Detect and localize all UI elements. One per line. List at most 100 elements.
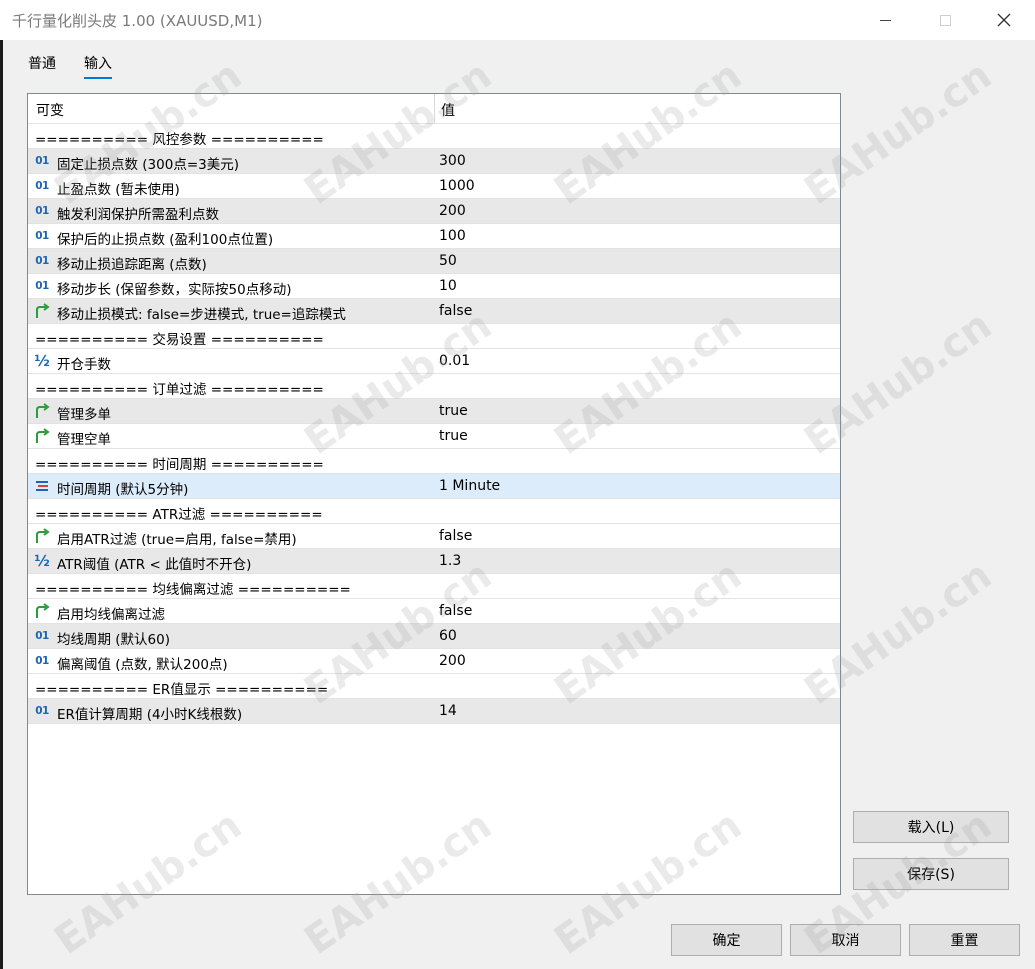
- integer-type-icon: 01: [35, 180, 49, 192]
- parameter-row[interactable]: 启用均线偏离过滤 false: [28, 599, 840, 624]
- boolean-type-icon: [33, 302, 51, 320]
- enum-type-icon: [33, 477, 51, 495]
- boolean-type-icon: [33, 602, 51, 620]
- parameter-row[interactable]: 管理空单 true: [28, 424, 840, 449]
- parameter-row[interactable]: 移动止损模式: false=步进模式, true=追踪模式 false: [28, 299, 840, 324]
- parameter-row[interactable]: 01 保护后的止损点数 (盈利100点位置) 100: [28, 224, 840, 249]
- parameter-name: 止盈点数 (暂未使用): [57, 182, 180, 198]
- close-icon: [997, 13, 1011, 27]
- parameter-row[interactable]: 01 均线周期 (默认60) 60: [28, 624, 840, 649]
- section-row[interactable]: ========== ATR过滤 ==========: [28, 499, 840, 524]
- section-row[interactable]: ========== 时间周期 ==========: [28, 449, 840, 474]
- integer-type-icon: 01: [35, 230, 49, 242]
- integer-type-icon: 01: [35, 630, 49, 642]
- boolean-type-icon: [33, 402, 51, 420]
- properties-dialog: 普通 输入 可变 值 ========== 风控参数 ========== 01 固…: [3, 40, 1035, 969]
- tab-common[interactable]: 普通: [28, 53, 56, 79]
- parameter-value[interactable]: 100: [439, 228, 466, 244]
- parameter-value[interactable]: 1 Minute: [439, 478, 500, 494]
- parameter-value[interactable]: false: [439, 303, 472, 319]
- minimize-button[interactable]: [862, 0, 908, 40]
- boolean-type-icon: [33, 427, 51, 445]
- maximize-icon: [939, 14, 951, 26]
- parameter-name: ========== 时间周期 ==========: [35, 457, 324, 473]
- section-row[interactable]: ========== 交易设置 ==========: [28, 324, 840, 349]
- parameter-name: 触发利润保护所需盈利点数: [57, 207, 219, 223]
- parameter-name: 保护后的止损点数 (盈利100点位置): [57, 232, 274, 248]
- parameter-row[interactable]: 启用ATR过滤 (true=启用, false=禁用) false: [28, 524, 840, 549]
- parameter-value[interactable]: 200: [439, 203, 466, 219]
- maximize-button[interactable]: [922, 0, 968, 40]
- section-row[interactable]: ========== 风控参数 ==========: [28, 124, 840, 149]
- ok-button[interactable]: 确定: [671, 924, 782, 956]
- integer-type-icon: 01: [35, 255, 49, 267]
- title-bar: 千行量化削头皮 1.00 (XAUUSD,M1): [0, 0, 1035, 40]
- load-button[interactable]: 载入(L): [853, 811, 1009, 843]
- parameter-row[interactable]: 01 固定止损点数 (300点=3美元) 300: [28, 149, 840, 174]
- parameter-name: ========== 均线偏离过滤 ==========: [35, 582, 351, 598]
- parameter-row[interactable]: 管理多单 true: [28, 399, 840, 424]
- section-row[interactable]: ========== ER值显示 ==========: [28, 674, 840, 699]
- parameter-value[interactable]: 200: [439, 653, 466, 669]
- parameter-value[interactable]: 1000: [439, 178, 475, 194]
- parameter-row[interactable]: 时间周期 (默认5分钟) 1 Minute: [28, 474, 840, 499]
- minimize-icon: [879, 19, 891, 21]
- parameter-name: ========== 交易设置 ==========: [35, 332, 324, 348]
- cancel-button[interactable]: 取消: [790, 924, 901, 956]
- window-title: 千行量化削头皮 1.00 (XAUUSD,M1): [12, 12, 263, 30]
- tab-inputs[interactable]: 输入: [84, 53, 112, 79]
- parameter-name: ========== ER值显示 ==========: [35, 682, 329, 698]
- reset-button[interactable]: 重置: [909, 924, 1020, 956]
- parameter-name: ER值计算周期 (4小时K线根数): [57, 707, 243, 723]
- parameter-row[interactable]: 01 移动步长 (保留参数，实际按50点移动) 10: [28, 274, 840, 299]
- parameter-value[interactable]: 300: [439, 153, 466, 169]
- parameter-name: ========== ATR过滤 ==========: [35, 507, 323, 523]
- parameter-value[interactable]: 14: [439, 703, 457, 719]
- integer-type-icon: 01: [35, 155, 49, 167]
- parameter-value[interactable]: 60: [439, 628, 457, 644]
- parameter-value[interactable]: 0.01: [439, 353, 470, 369]
- parameter-name: ========== 风控参数 ==========: [35, 132, 324, 148]
- grid-rows: ========== 风控参数 ========== 01 固定止损点数 (300点…: [28, 124, 840, 724]
- parameter-value[interactable]: 50: [439, 253, 457, 269]
- boolean-type-icon: [33, 527, 51, 545]
- parameter-name: 管理空单: [57, 432, 111, 448]
- parameter-name: 移动止损追踪距离 (点数): [57, 257, 207, 273]
- integer-type-icon: 01: [35, 655, 49, 667]
- parameter-name: 启用ATR过滤 (true=启用, false=禁用): [57, 532, 297, 548]
- section-row[interactable]: ========== 均线偏离过滤 ==========: [28, 574, 840, 599]
- column-header-value[interactable]: 值: [441, 100, 455, 120]
- parameter-name: 管理多单: [57, 407, 111, 423]
- parameter-name: 时间周期 (默认5分钟): [57, 482, 189, 498]
- parameter-row[interactable]: 01 触发利润保护所需盈利点数 200: [28, 199, 840, 224]
- double-type-icon: ½: [34, 352, 50, 370]
- integer-type-icon: 01: [35, 205, 49, 217]
- tab-bar: 普通 输入: [28, 53, 140, 79]
- parameter-name: 开仓手数: [57, 357, 111, 373]
- parameter-value[interactable]: 10: [439, 278, 457, 294]
- integer-type-icon: 01: [35, 705, 49, 717]
- close-button[interactable]: [981, 0, 1027, 40]
- parameter-value[interactable]: true: [439, 403, 468, 419]
- parameter-name: ========== 订单过滤 ==========: [35, 382, 324, 398]
- parameter-row[interactable]: 01 偏离阈值 (点数, 默认200点) 200: [28, 649, 840, 674]
- parameter-name: ATR阈值 (ATR < 此值时不开仓): [57, 557, 252, 573]
- parameter-name: 移动步长 (保留参数，实际按50点移动): [57, 282, 292, 298]
- parameter-value[interactable]: false: [439, 603, 472, 619]
- integer-type-icon: 01: [35, 280, 49, 292]
- parameter-row[interactable]: 01 移动止损追踪距离 (点数) 50: [28, 249, 840, 274]
- parameter-row[interactable]: ½ ATR阈值 (ATR < 此值时不开仓) 1.3: [28, 549, 840, 574]
- double-type-icon: ½: [34, 552, 50, 570]
- section-row[interactable]: ========== 订单过滤 ==========: [28, 374, 840, 399]
- parameter-name: 均线周期 (默认60): [57, 632, 171, 648]
- parameter-row[interactable]: ½ 开仓手数 0.01: [28, 349, 840, 374]
- parameter-value[interactable]: false: [439, 528, 472, 544]
- inputs-grid: 可变 值 ========== 风控参数 ========== 01 固定止损点数 …: [27, 93, 841, 895]
- parameter-row[interactable]: 01 止盈点数 (暂未使用) 1000: [28, 174, 840, 199]
- parameter-name: 启用均线偏离过滤: [57, 607, 165, 623]
- column-header-variable[interactable]: 可变: [36, 100, 64, 120]
- save-button[interactable]: 保存(S): [853, 858, 1009, 890]
- parameter-value[interactable]: 1.3: [439, 553, 461, 569]
- parameter-value[interactable]: true: [439, 428, 468, 444]
- parameter-row[interactable]: 01 ER值计算周期 (4小时K线根数) 14: [28, 699, 840, 724]
